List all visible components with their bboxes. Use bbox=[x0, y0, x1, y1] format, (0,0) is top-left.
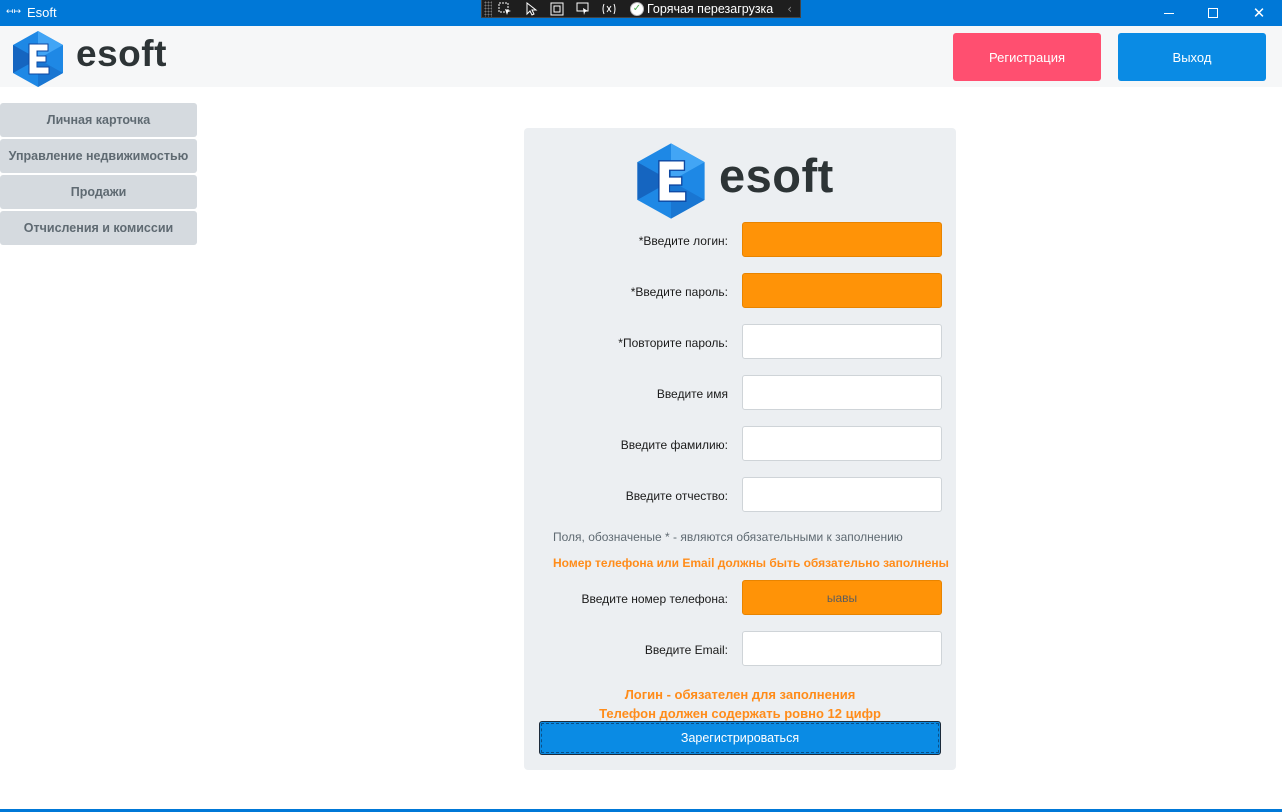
required-fields-note: Поля, обозначеные * - являются обязатель… bbox=[553, 530, 903, 544]
close-icon: ✕ bbox=[1252, 4, 1266, 22]
layout-adorner-icon bbox=[550, 2, 564, 15]
registration-panel: esoft *Введите логин: *Введите пароль: *… bbox=[524, 128, 956, 770]
track-focus-button[interactable] bbox=[570, 1, 596, 17]
maximize-icon bbox=[1208, 8, 1218, 18]
register-button[interactable]: Регистрация bbox=[953, 33, 1101, 81]
minimize-button[interactable] bbox=[1146, 0, 1192, 26]
sidebar-item-commissions[interactable]: Отчисления и комиссии bbox=[0, 211, 197, 245]
select-element-button[interactable] bbox=[492, 1, 518, 17]
esoft-logo-large-icon bbox=[637, 143, 705, 219]
phone-label: Введите номер телефона: bbox=[581, 592, 728, 606]
last-name-label: Введите фамилию: bbox=[620, 438, 728, 452]
password-repeat-input[interactable] bbox=[742, 324, 942, 359]
pointer-icon bbox=[526, 1, 538, 16]
phone-input[interactable] bbox=[742, 580, 942, 615]
header-brand-name: esoft bbox=[76, 33, 167, 74]
sidebar-item-real-estate[interactable]: Управление недвижимостью bbox=[0, 139, 197, 173]
exit-button[interactable]: Выход bbox=[1118, 33, 1266, 81]
password-label: *Введите пароль: bbox=[630, 285, 728, 299]
esoft-logo-icon bbox=[13, 31, 63, 87]
sidebar-item-personal-card[interactable]: Личная карточка bbox=[0, 103, 197, 137]
submit-register-button[interactable]: Зарегистрироваться bbox=[539, 721, 941, 755]
collapse-chevron-icon[interactable]: ‹ bbox=[787, 2, 792, 16]
hot-reload-label[interactable]: Горячая перезагрузка bbox=[647, 2, 773, 16]
track-focus-icon bbox=[576, 2, 589, 15]
validation-errors: Логин - обязателен для заполнения Телефо… bbox=[524, 685, 956, 723]
layout-adorner-button[interactable] bbox=[544, 1, 570, 17]
close-button[interactable]: ✕ bbox=[1236, 0, 1282, 26]
login-label: *Введите логин: bbox=[638, 234, 728, 248]
header-logo: esoft bbox=[12, 30, 166, 93]
first-name-input[interactable] bbox=[742, 375, 942, 410]
toolbar-grip-icon[interactable] bbox=[484, 0, 492, 17]
middle-name-input[interactable] bbox=[742, 477, 942, 512]
email-label: Введите Email: bbox=[644, 643, 728, 657]
accessibility-button[interactable] bbox=[596, 1, 622, 17]
maximize-button[interactable] bbox=[1190, 0, 1236, 26]
password-input[interactable] bbox=[742, 273, 942, 308]
form-logo: esoft bbox=[636, 142, 846, 222]
email-input[interactable] bbox=[742, 631, 942, 666]
contact-warning: Номер телефона или Email должны быть обя… bbox=[553, 556, 949, 570]
middle-name-label: Введите отчество: bbox=[625, 489, 728, 503]
debug-toolbar: ✓ Горячая перезагрузка ‹ bbox=[481, 0, 801, 18]
hot-reload-status-icon: ✓ bbox=[630, 1, 644, 16]
first-name-label: Введите имя bbox=[656, 387, 728, 401]
last-name-input[interactable] bbox=[742, 426, 942, 461]
window-title: Esoft bbox=[27, 5, 57, 20]
password-repeat-label: *Повторите пароль: bbox=[618, 336, 728, 350]
login-input[interactable] bbox=[742, 222, 942, 257]
sidebar-item-sales[interactable]: Продажи bbox=[0, 175, 197, 209]
error-login-required: Логин - обязателен для заполнения bbox=[624, 687, 856, 702]
form-brand-name: esoft bbox=[719, 149, 834, 202]
accessibility-icon bbox=[602, 3, 616, 14]
minimize-icon bbox=[1164, 12, 1174, 14]
select-element-icon bbox=[498, 2, 511, 15]
sidebar: Личная карточка Управление недвижимостью… bbox=[0, 103, 197, 247]
pointer-button[interactable] bbox=[518, 1, 544, 17]
app-icon: ↤↦ bbox=[6, 7, 22, 17]
